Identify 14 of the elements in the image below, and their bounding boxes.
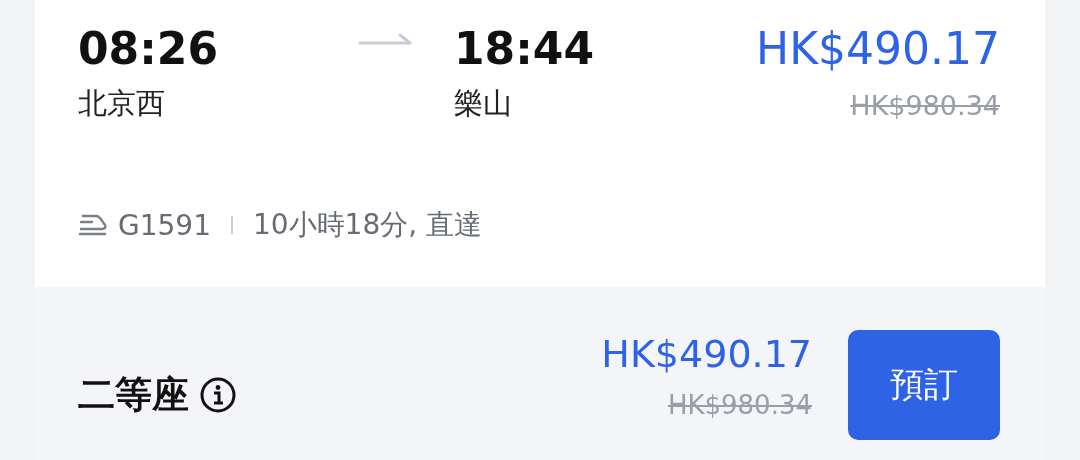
arrival-time: 18:44 — [454, 22, 596, 76]
seat-price: HK$490.17 — [601, 332, 812, 376]
departure-station: 北京西 — [78, 85, 166, 122]
train-number: G1591 — [118, 208, 211, 242]
seat-class: 二等座 — [78, 372, 189, 418]
duration: 10小時18分, 直達 — [252, 207, 483, 243]
book-button[interactable]: 預訂 — [848, 330, 1000, 440]
arrival-station: 樂山 — [454, 85, 513, 122]
seat-original-price: HK$980.34 — [667, 390, 812, 420]
train-icon — [78, 213, 108, 237]
original-price: HK$980.34 — [850, 90, 1000, 121]
info-icon[interactable] — [199, 376, 237, 414]
price: HK$490.17 — [756, 22, 1000, 76]
departure-time: 08:26 — [78, 22, 220, 76]
